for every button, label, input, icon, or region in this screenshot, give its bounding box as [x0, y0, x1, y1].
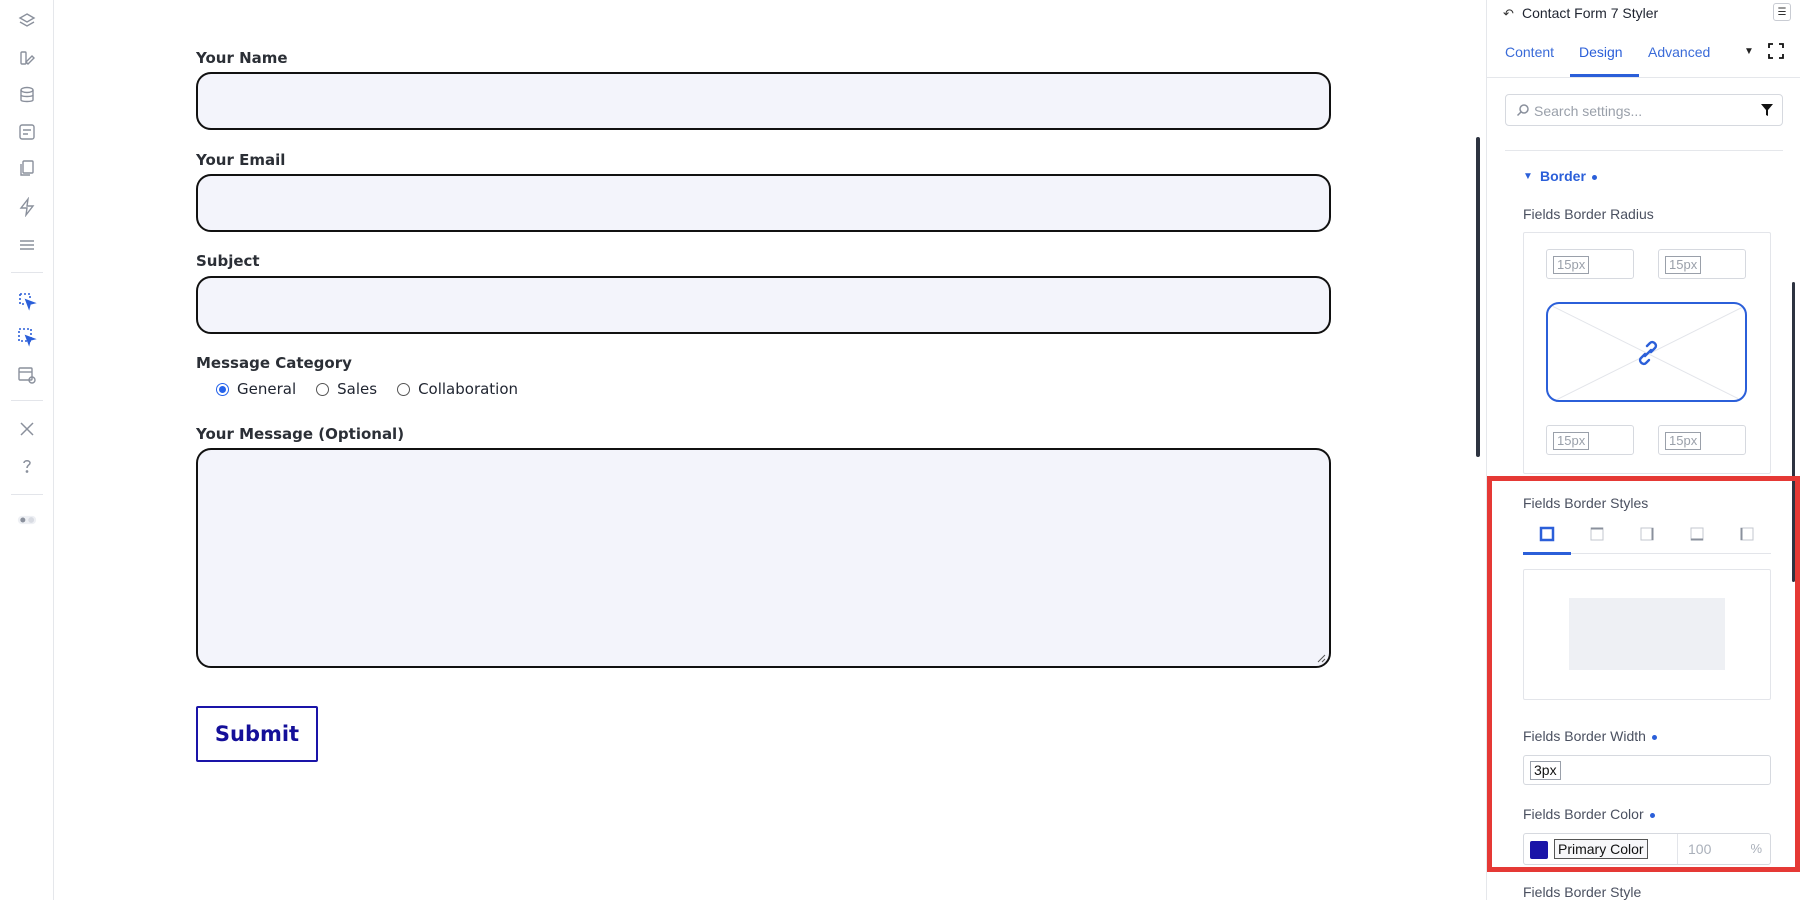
panel-title: Contact Form 7 Styler — [1522, 5, 1659, 21]
preview-template-icon[interactable] — [16, 364, 38, 386]
message-label: Your Message (Optional) — [196, 425, 405, 443]
radio-button[interactable] — [397, 382, 411, 396]
category-label: Message Category — [196, 354, 352, 372]
radio-label: Collaboration — [418, 380, 519, 398]
name-input[interactable] — [196, 72, 1331, 130]
radio-general[interactable]: General — [216, 380, 296, 398]
tools-icon[interactable] — [16, 418, 38, 440]
theme-toggle-icon[interactable] — [16, 509, 38, 531]
category-radio-group: General Sales Collaboration — [216, 380, 538, 398]
radio-label: Sales — [337, 380, 378, 398]
name-label: Your Name — [196, 49, 288, 67]
radio-collaboration[interactable]: Collaboration — [397, 380, 518, 398]
radio-sales[interactable]: Sales — [316, 380, 377, 398]
canvas-scrollbar[interactable] — [1476, 137, 1480, 457]
radius-top-right-input[interactable]: 15px — [1658, 249, 1746, 279]
radio-button[interactable] — [216, 382, 229, 396]
subject-input[interactable] — [196, 276, 1331, 334]
modified-dot — [1591, 174, 1597, 180]
select-element-icon[interactable] — [16, 290, 38, 312]
radio-label: General — [237, 380, 297, 398]
caret-down-icon[interactable]: ▼ — [1523, 171, 1533, 182]
active-tab-indicator — [1570, 74, 1639, 77]
layers-icon[interactable] — [16, 10, 38, 32]
radius-label: Fields Border Radius — [1523, 206, 1654, 222]
canvas: Your Name Your Email Subject Message Cat… — [55, 0, 1487, 900]
pages-icon[interactable] — [16, 157, 38, 179]
search-icon — [1516, 104, 1529, 117]
rail-divider — [11, 400, 43, 401]
search-input[interactable] — [1534, 101, 1754, 121]
fullscreen-icon[interactable] — [1767, 42, 1785, 60]
tab-design[interactable]: Design — [1579, 44, 1623, 60]
filter-icon[interactable] — [1760, 103, 1774, 117]
radius-bottom-left-input[interactable]: 15px — [1546, 425, 1634, 455]
forms-icon[interactable] — [16, 121, 38, 143]
rail-divider — [11, 272, 43, 273]
chevron-down-icon[interactable]: ▼ — [1744, 46, 1754, 57]
settings-sliders-icon[interactable] — [16, 234, 38, 256]
search-settings — [1505, 94, 1783, 126]
message-textarea[interactable] — [196, 448, 1331, 668]
email-input[interactable] — [196, 174, 1331, 232]
subject-label: Subject — [196, 252, 260, 270]
link-icon[interactable] — [1548, 304, 1747, 402]
panel-header: ↶ Contact Form 7 Styler ☰ Content Design… — [1487, 0, 1800, 78]
radio-button[interactable] — [316, 382, 330, 396]
left-rail — [0, 0, 54, 900]
divider — [1505, 150, 1783, 151]
select-multiple-icon[interactable] — [16, 326, 38, 348]
email-label: Your Email — [196, 151, 286, 169]
radius-bottom-right-input[interactable]: 15px — [1658, 425, 1746, 455]
tab-advanced[interactable]: Advanced — [1648, 44, 1710, 60]
collapse-panel-icon[interactable]: ☰ — [1773, 3, 1791, 21]
back-arrow-icon[interactable]: ↶ — [1503, 6, 1514, 22]
tab-content[interactable]: Content — [1505, 44, 1554, 60]
design-icon[interactable] — [16, 47, 38, 69]
link-values-toggle[interactable] — [1546, 302, 1747, 402]
highlight-box — [1487, 476, 1800, 872]
rail-divider — [11, 494, 43, 495]
submit-button[interactable]: Submit — [196, 706, 318, 762]
section-border-title[interactable]: Border — [1540, 168, 1597, 184]
help-icon[interactable] — [16, 455, 38, 477]
border-style-label: Fields Border Style — [1523, 884, 1642, 900]
lightning-icon[interactable] — [16, 196, 38, 218]
resize-handle-icon[interactable] — [1316, 653, 1326, 663]
radius-top-left-input[interactable]: 15px — [1546, 249, 1634, 279]
database-icon[interactable] — [16, 84, 38, 106]
